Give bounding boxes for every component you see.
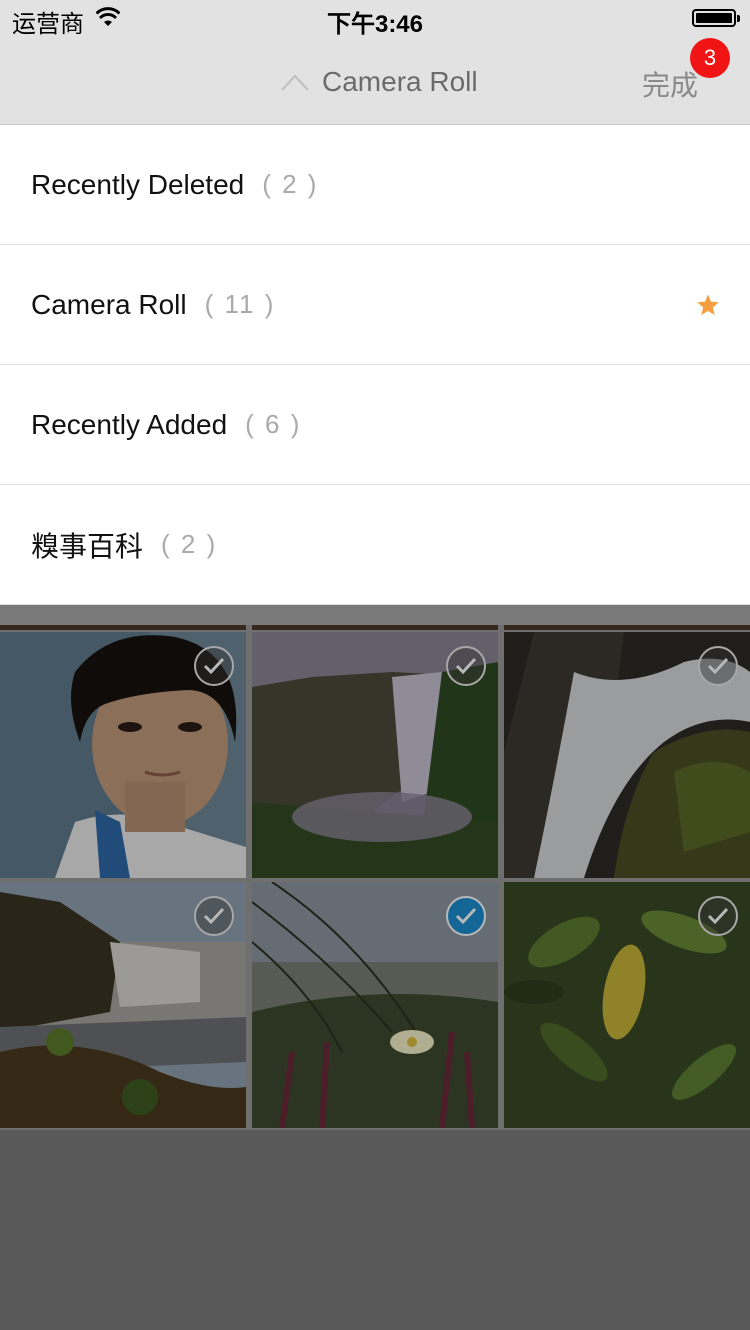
album-row-camera-roll[interactable]: Camera Roll ( 11 ) [0, 245, 750, 365]
album-picker-toggle[interactable]: Camera Roll [280, 64, 478, 100]
select-toggle[interactable] [194, 646, 234, 686]
photo-thumbnail[interactable] [252, 632, 498, 878]
select-toggle[interactable] [194, 896, 234, 936]
select-toggle[interactable] [698, 646, 738, 686]
chevron-up-icon [281, 74, 309, 91]
photo-grid [0, 625, 750, 1130]
photo-thumbnail[interactable] [504, 882, 750, 1128]
album-count: ( 11 ) [204, 289, 276, 319]
photo-row-peek [504, 625, 750, 630]
status-time: 下午3:46 [326, 11, 424, 38]
album-name: Recently Deleted [31, 168, 245, 200]
star-icon [697, 294, 719, 315]
checkmark-icon [203, 907, 225, 925]
album-row-recently-added[interactable]: Recently Added ( 6 ) [0, 365, 750, 485]
album-count: ( 2 ) [161, 529, 218, 559]
photo-thumbnail[interactable] [252, 882, 498, 1128]
photo-row-peek [252, 625, 498, 630]
album-count: ( 2 ) [262, 169, 319, 199]
battery-icon [692, 9, 740, 27]
checkmark-icon [455, 907, 477, 925]
empty-area [0, 1130, 750, 1330]
done-button[interactable]: 完成 [642, 64, 698, 104]
checkmark-icon [707, 907, 729, 925]
nav-title: Camera Roll [322, 66, 478, 97]
select-toggle[interactable] [446, 646, 486, 686]
photo-thumbnail[interactable] [0, 632, 246, 878]
checkmark-icon [203, 657, 225, 675]
select-toggle[interactable] [446, 896, 486, 936]
album-name: Camera Roll [31, 288, 187, 320]
album-name: 糗事百科 [31, 530, 144, 562]
album-name: Recently Added [31, 408, 228, 440]
photo-thumbnail[interactable] [504, 632, 750, 878]
album-row-qiushibaike[interactable]: 糗事百科 ( 2 ) [0, 485, 750, 605]
checkmark-icon [455, 657, 477, 675]
select-toggle[interactable] [698, 896, 738, 936]
album-count: ( 6 ) [245, 409, 302, 439]
checkmark-icon [707, 657, 729, 675]
album-list: Recently Deleted ( 2 ) Camera Roll ( 11 … [0, 125, 750, 605]
photo-thumbnail[interactable] [0, 882, 246, 1128]
navigation-bar: Camera Roll 完成 3 [0, 38, 750, 125]
status-bar: 运营商 下午3:46 [0, 0, 750, 40]
photo-row-peek [0, 625, 246, 630]
album-row-recently-deleted[interactable]: Recently Deleted ( 2 ) [0, 125, 750, 245]
selection-count-badge: 3 [690, 38, 730, 78]
